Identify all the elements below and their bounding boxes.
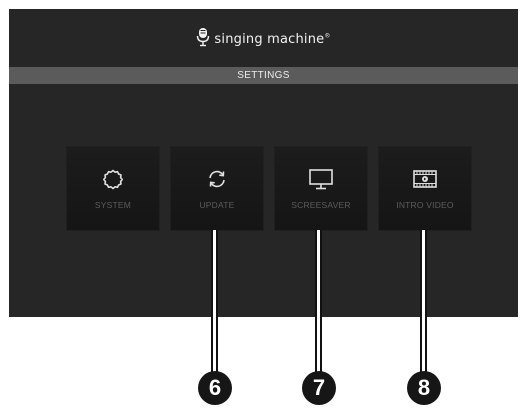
callout-line-intro-video	[420, 230, 427, 376]
settings-title-bar: SETTINGS	[9, 67, 518, 84]
settings-menu: SYSTEM UPDATE SCREESAVER INTRO VIDEO	[9, 146, 518, 231]
screensaver-tile[interactable]: SCREESAVER	[274, 146, 368, 231]
device-screen: singing machine® SETTINGS SYSTEM UPDATE …	[9, 9, 518, 317]
system-label: SYSTEM	[94, 200, 132, 210]
microphone-icon	[196, 27, 210, 52]
system-tile[interactable]: SYSTEM	[66, 146, 160, 231]
callout-badge-8: 8	[407, 371, 441, 405]
intro-video-label: INTRO VIDEO	[396, 200, 454, 210]
callout-line-update	[211, 230, 218, 376]
screensaver-label: SCREESAVER	[291, 200, 351, 210]
brand-header: singing machine®	[9, 21, 518, 57]
update-tile[interactable]: UPDATE	[170, 146, 264, 231]
callout-line-screensaver	[315, 230, 322, 376]
brand-name: singing machine®	[214, 31, 331, 47]
film-icon	[379, 167, 471, 191]
refresh-icon	[171, 167, 263, 191]
settings-title: SETTINGS	[237, 70, 290, 81]
update-label: UPDATE	[199, 200, 235, 210]
intro-video-tile[interactable]: INTRO VIDEO	[378, 146, 472, 231]
callout-badge-7: 7	[302, 371, 336, 405]
callout-badge-6: 6	[198, 371, 232, 405]
gear-icon	[67, 167, 159, 191]
monitor-icon	[275, 167, 367, 191]
